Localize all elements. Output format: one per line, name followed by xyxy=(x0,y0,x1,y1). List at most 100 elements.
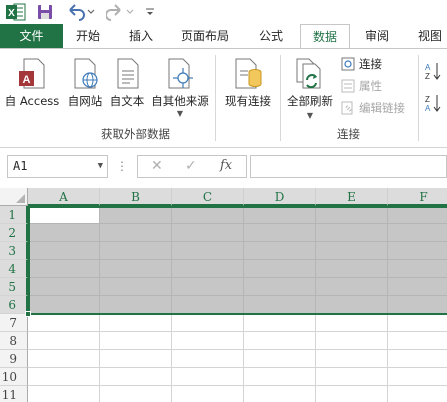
cell-d6[interactable] xyxy=(244,296,316,314)
cell-f7[interactable] xyxy=(388,314,447,332)
row-header-2[interactable]: 2 xyxy=(0,224,28,242)
cell-b9[interactable] xyxy=(100,350,172,368)
edit-links-button[interactable]: 编辑链接 xyxy=(341,99,405,117)
cell-d8[interactable] xyxy=(244,332,316,350)
cell-f4[interactable] xyxy=(388,260,447,278)
tab-page-layout[interactable]: 页面布局 xyxy=(172,24,238,48)
tab-review[interactable]: 审阅 xyxy=(354,24,400,48)
existing-connections-button[interactable]: 现有连接 xyxy=(219,53,277,119)
cell-f3[interactable] xyxy=(388,242,447,260)
cell-d7[interactable] xyxy=(244,314,316,332)
row-header-5[interactable]: 5 xyxy=(0,278,28,296)
from-web-button[interactable]: 自网站 xyxy=(63,53,107,119)
connections-button[interactable]: 连接 xyxy=(341,55,382,73)
cell-a3[interactable] xyxy=(28,242,100,260)
insert-function-icon[interactable]: fx xyxy=(220,158,232,173)
tab-view[interactable]: 视图 xyxy=(408,24,447,48)
cell-e3[interactable] xyxy=(316,242,388,260)
cell-e5[interactable] xyxy=(316,278,388,296)
cell-c6[interactable] xyxy=(172,296,244,314)
tab-insert[interactable]: 插入 xyxy=(117,24,165,48)
customize-qat-icon[interactable] xyxy=(145,5,155,19)
cancel-icon[interactable]: ✕ xyxy=(151,158,163,174)
cell-f9[interactable] xyxy=(388,350,447,368)
cell-c10[interactable] xyxy=(172,368,244,386)
cell-a8[interactable] xyxy=(28,332,100,350)
cell-d5[interactable] xyxy=(244,278,316,296)
cell-c3[interactable] xyxy=(172,242,244,260)
cell-e8[interactable] xyxy=(316,332,388,350)
cell-d10[interactable] xyxy=(244,368,316,386)
row-header-9[interactable]: 9 xyxy=(0,350,28,368)
column-header-a[interactable]: A xyxy=(28,188,100,206)
cell-c2[interactable] xyxy=(172,224,244,242)
cell-e4[interactable] xyxy=(316,260,388,278)
cell-c4[interactable] xyxy=(172,260,244,278)
cell-d4[interactable] xyxy=(244,260,316,278)
cell-b3[interactable] xyxy=(100,242,172,260)
cell-e1[interactable] xyxy=(316,206,388,224)
cell-c7[interactable] xyxy=(172,314,244,332)
row-header-4[interactable]: 4 xyxy=(0,260,28,278)
cell-a4[interactable] xyxy=(28,260,100,278)
undo-icon[interactable] xyxy=(66,3,96,21)
column-header-c[interactable]: C xyxy=(172,188,244,206)
cell-d9[interactable] xyxy=(244,350,316,368)
cell-b7[interactable] xyxy=(100,314,172,332)
row-header-7[interactable]: 7 xyxy=(0,314,28,332)
refresh-all-button[interactable]: 全部刷新 ▼ xyxy=(282,53,338,123)
from-access-button[interactable]: A 自 Access xyxy=(2,53,62,119)
cell-f11[interactable] xyxy=(388,386,447,402)
row-header-6[interactable]: 6 xyxy=(0,296,28,314)
sort-asc-icon[interactable]: A Z xyxy=(424,61,442,81)
cell-c8[interactable] xyxy=(172,332,244,350)
cell-b11[interactable] xyxy=(100,386,172,402)
from-other-sources-button[interactable]: 自其他来源 ▼ xyxy=(148,53,212,119)
from-text-button[interactable]: 自文本 xyxy=(107,53,147,119)
tab-formulas[interactable]: 公式 xyxy=(248,24,294,48)
tab-data[interactable]: 数据 xyxy=(300,24,350,49)
cell-d3[interactable] xyxy=(244,242,316,260)
cell-e6[interactable] xyxy=(316,296,388,314)
column-header-d[interactable]: D xyxy=(244,188,316,206)
row-header-3[interactable]: 3 xyxy=(0,242,28,260)
properties-button[interactable]: 属性 xyxy=(341,77,382,95)
name-box[interactable]: A1 ▼ xyxy=(7,155,108,178)
cell-c1[interactable] xyxy=(172,206,244,224)
cell-f2[interactable] xyxy=(388,224,447,242)
cell-e11[interactable] xyxy=(316,386,388,402)
row-header-10[interactable]: 10 xyxy=(0,368,28,386)
cell-f8[interactable] xyxy=(388,332,447,350)
cell-b6[interactable] xyxy=(100,296,172,314)
cell-a9[interactable] xyxy=(28,350,100,368)
cell-a7[interactable] xyxy=(28,314,100,332)
cell-a11[interactable] xyxy=(28,386,100,402)
cell-b1[interactable] xyxy=(100,206,172,224)
tab-home[interactable]: 开始 xyxy=(65,24,111,48)
cell-c5[interactable] xyxy=(172,278,244,296)
column-header-b[interactable]: B xyxy=(100,188,172,206)
cell-f6[interactable] xyxy=(388,296,447,314)
row-header-8[interactable]: 8 xyxy=(0,332,28,350)
cell-f5[interactable] xyxy=(388,278,447,296)
chevron-down-icon[interactable]: ▼ xyxy=(98,156,103,177)
formula-input[interactable] xyxy=(250,155,447,178)
cell-d11[interactable] xyxy=(244,386,316,402)
cell-d1[interactable] xyxy=(244,206,316,224)
cell-e2[interactable] xyxy=(316,224,388,242)
cell-e10[interactable] xyxy=(316,368,388,386)
cell-c9[interactable] xyxy=(172,350,244,368)
formula-bar-grip[interactable]: ⋮ xyxy=(116,158,128,174)
cell-f1[interactable] xyxy=(388,206,447,224)
column-header-e[interactable]: E xyxy=(316,188,388,206)
fill-handle[interactable] xyxy=(25,311,31,317)
cell-a6[interactable] xyxy=(28,296,100,314)
cell-c11[interactable] xyxy=(172,386,244,402)
cell-b2[interactable] xyxy=(100,224,172,242)
cell-b8[interactable] xyxy=(100,332,172,350)
cell-a1[interactable] xyxy=(28,206,100,224)
cell-e7[interactable] xyxy=(316,314,388,332)
sort-desc-icon[interactable]: Z A xyxy=(424,93,442,113)
row-header-1[interactable]: 1 xyxy=(0,206,28,224)
column-header-f[interactable]: F xyxy=(388,188,447,206)
